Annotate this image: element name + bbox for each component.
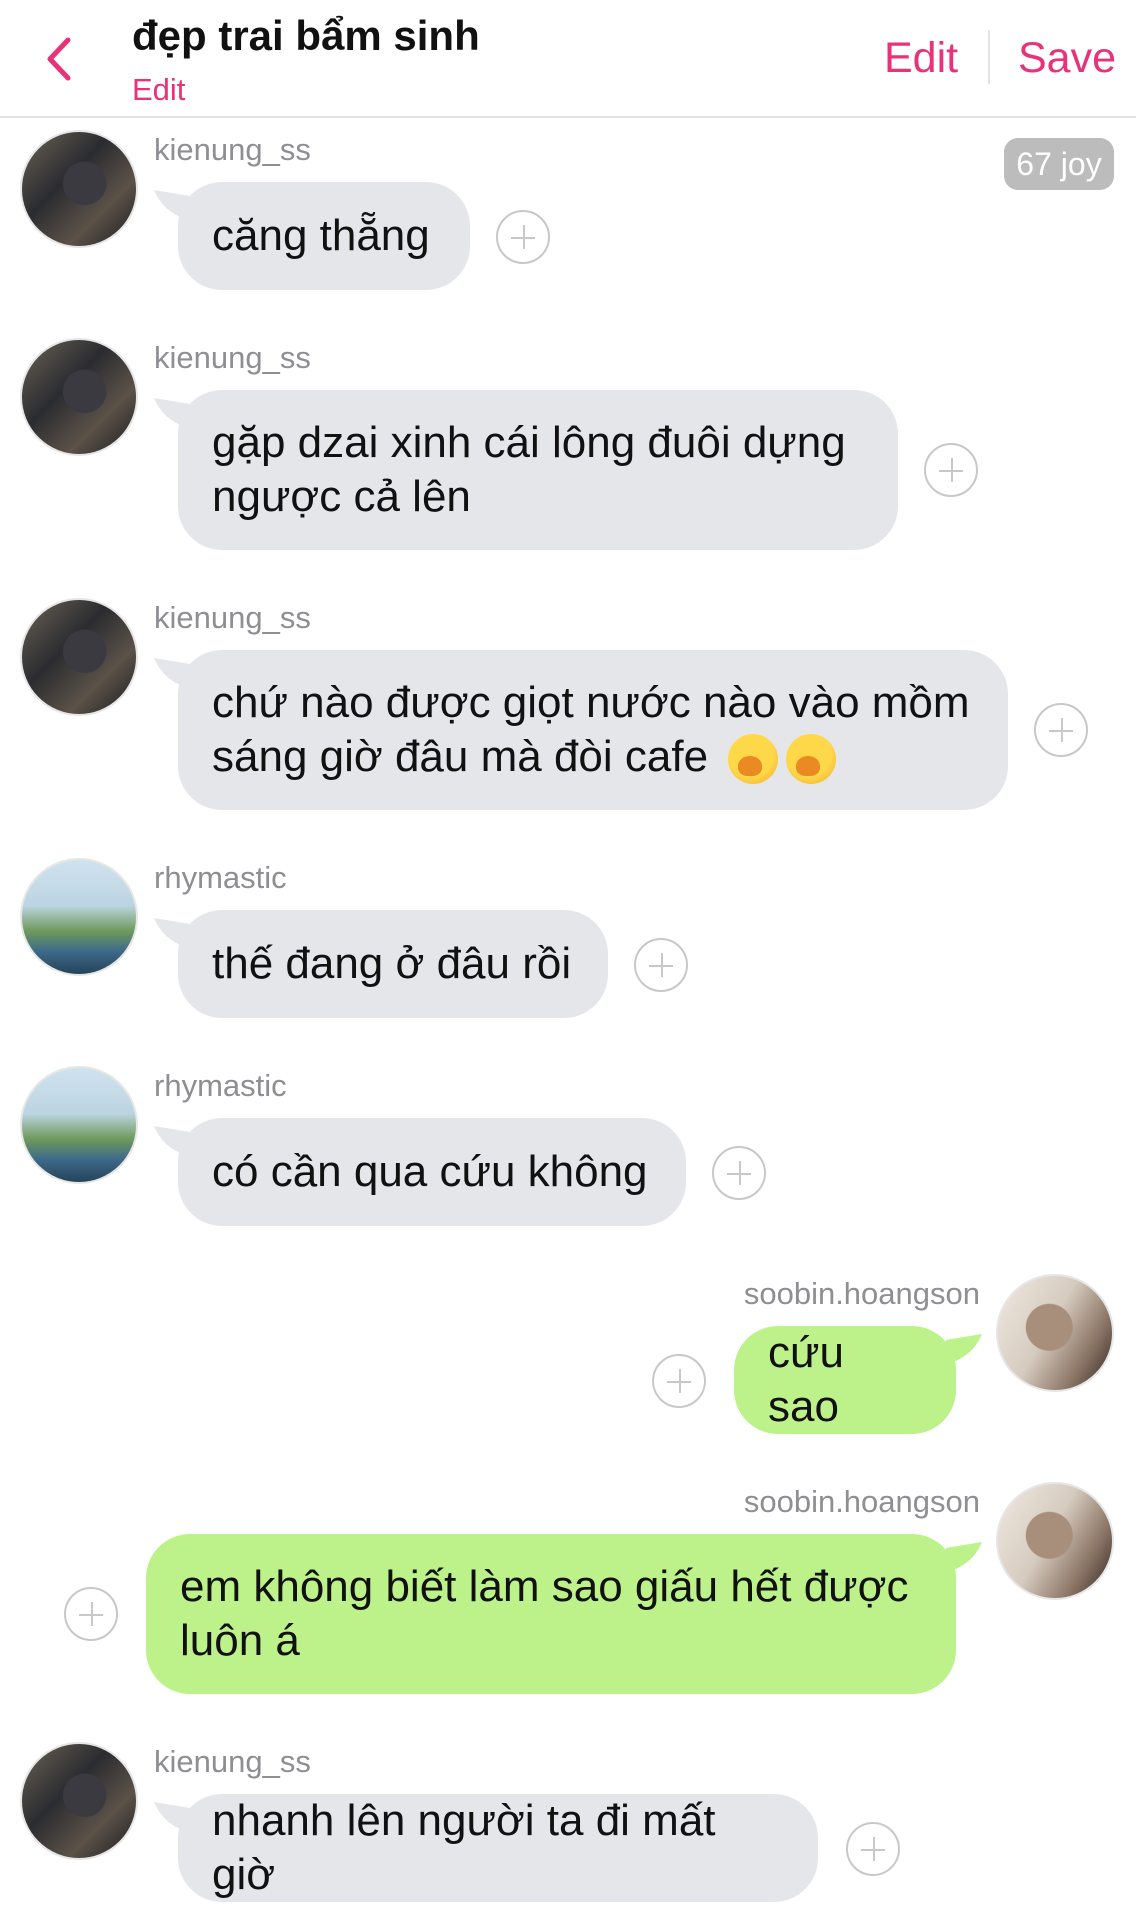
- message-bubble[interactable]: căng thẵng: [178, 182, 470, 290]
- message-text: căng thẵng: [212, 211, 430, 260]
- message-text: thế đang ở đâu rồi: [212, 939, 572, 988]
- title-edit-link[interactable]: Edit: [132, 72, 185, 108]
- add-reaction-icon[interactable]: [712, 1146, 766, 1200]
- message-text: có cần qua cứu không: [212, 1147, 648, 1196]
- avatar-soobin[interactable]: [996, 1482, 1114, 1600]
- joy-badge: 67 joy: [1004, 138, 1114, 190]
- message-text: chứ nào được giọt nước nào vào mồm sáng …: [212, 676, 974, 785]
- message-bubble[interactable]: thế đang ở đâu rồi: [178, 910, 608, 1018]
- avatar-rhymastic[interactable]: [20, 858, 138, 976]
- avatar-kienung[interactable]: [20, 130, 138, 248]
- save-button[interactable]: Save: [1018, 34, 1116, 83]
- add-reaction-icon[interactable]: [846, 1822, 900, 1876]
- chat-header: đẹp trai bẩm sinh Edit Edit Save: [0, 0, 1136, 118]
- message-username: rhymastic: [154, 1068, 287, 1103]
- avatar-kienung[interactable]: [20, 338, 138, 456]
- message-text: cứu sao: [768, 1328, 844, 1431]
- avatar-kienung[interactable]: [20, 598, 138, 716]
- message-bubble[interactable]: có cần qua cứu không: [178, 1118, 686, 1226]
- chevron-left-icon[interactable]: [40, 34, 80, 84]
- message-bubble[interactable]: gặp dzai xinh cái lông đuôi dựng ngược c…: [178, 390, 898, 550]
- message-text: em không biết làm sao giấu hết được luôn…: [180, 1562, 909, 1665]
- message-bubble[interactable]: nhanh lên người ta đi mất giờ: [178, 1794, 818, 1902]
- add-reaction-icon[interactable]: [652, 1354, 706, 1408]
- avatar-soobin[interactable]: [996, 1274, 1114, 1392]
- message-username: soobin.hoangson: [743, 1276, 980, 1311]
- avatar-rhymastic[interactable]: [20, 1066, 138, 1184]
- add-reaction-icon[interactable]: [1034, 703, 1088, 757]
- add-reaction-icon[interactable]: [496, 210, 550, 264]
- chat-title: đẹp trai bẩm sinh: [132, 12, 480, 59]
- header-divider: [988, 30, 990, 84]
- yawning-face-icon: [786, 734, 837, 785]
- add-reaction-icon[interactable]: [924, 443, 978, 497]
- message-username: kienung_ss: [154, 600, 311, 635]
- message-username: kienung_ss: [154, 340, 311, 375]
- add-reaction-icon[interactable]: [634, 938, 688, 992]
- add-reaction-icon[interactable]: [64, 1587, 118, 1641]
- message-bubble[interactable]: cứu sao: [734, 1326, 956, 1434]
- message-username: kienung_ss: [154, 132, 311, 167]
- message-username: kienung_ss: [154, 1744, 311, 1779]
- message-bubble[interactable]: chứ nào được giọt nước nào vào mồm sáng …: [178, 650, 1008, 810]
- message-text: gặp dzai xinh cái lông đuôi dựng ngược c…: [212, 418, 846, 521]
- edit-button[interactable]: Edit: [884, 34, 958, 83]
- message-username: rhymastic: [154, 860, 287, 895]
- message-text: nhanh lên người ta đi mất giờ: [212, 1796, 716, 1899]
- avatar-kienung[interactable]: [20, 1742, 138, 1860]
- message-bubble[interactable]: em không biết làm sao giấu hết được luôn…: [146, 1534, 956, 1694]
- message-username: soobin.hoangson: [743, 1484, 980, 1519]
- yawning-face-icon: [728, 734, 779, 785]
